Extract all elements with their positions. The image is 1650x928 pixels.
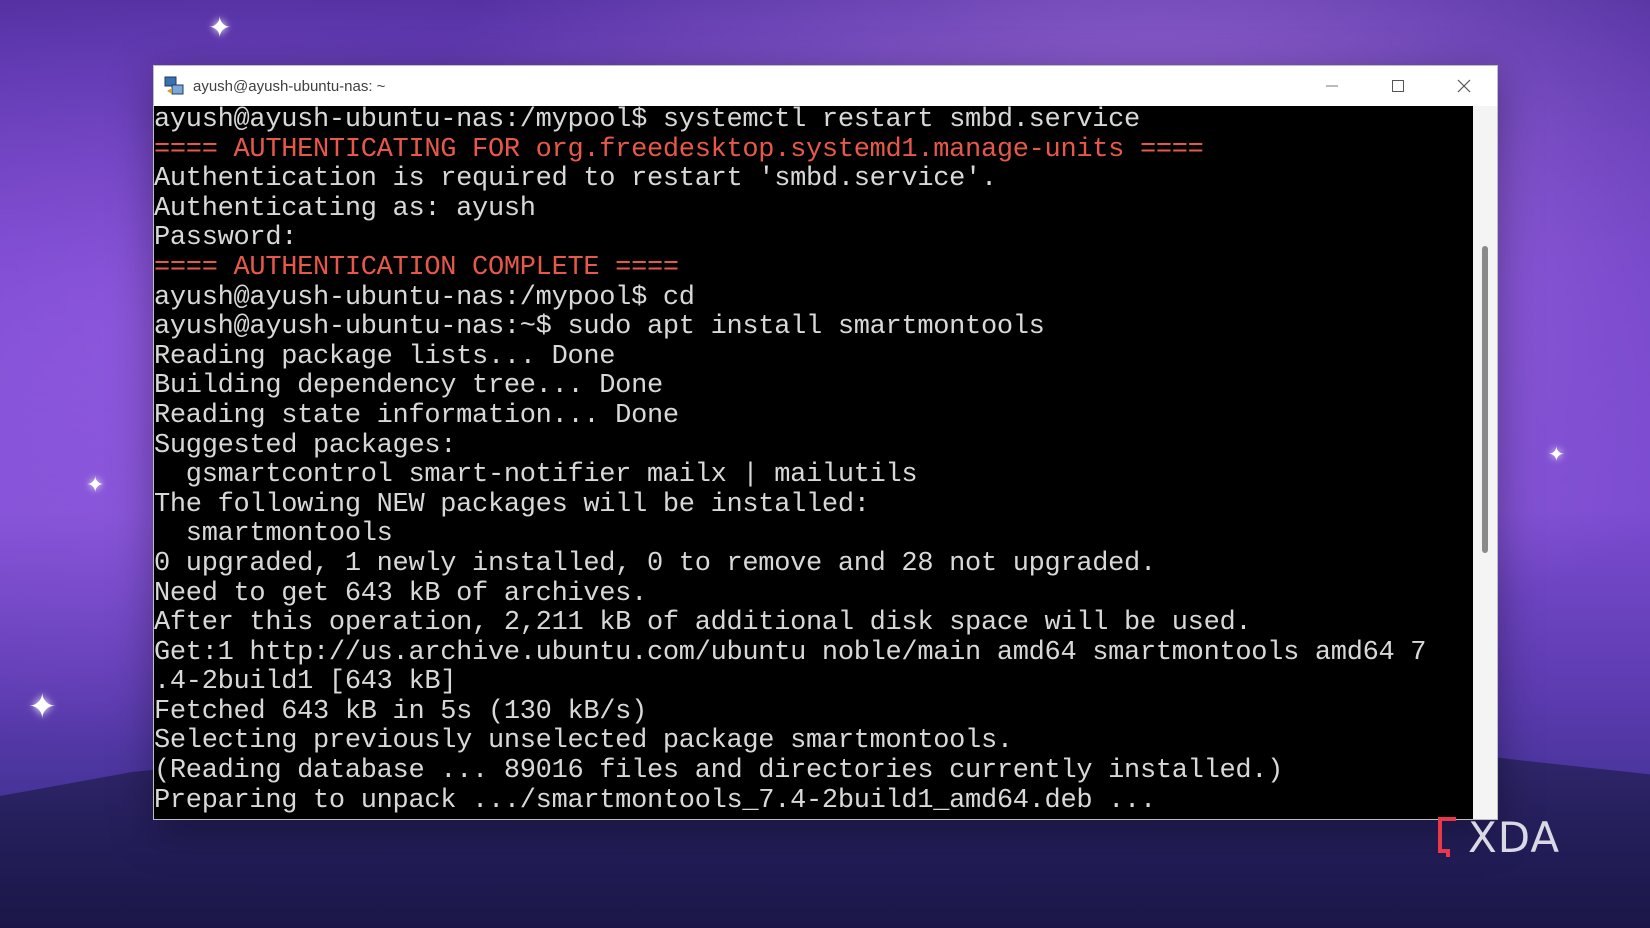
sparkle-icon: ✦	[208, 11, 232, 44]
minimize-button[interactable]	[1299, 66, 1365, 106]
terminal-line: Get:1 http://us.archive.ubuntu.com/ubunt…	[154, 637, 1427, 668]
terminal-window[interactable]: ayush@ayush-ubuntu-nas: ~ ayush@ayush-ub…	[153, 65, 1498, 820]
terminal-line: Building dependency tree... Done	[154, 371, 663, 402]
terminal-output[interactable]: ayush@ayush-ubuntu-nas:/mypool$ systemct…	[154, 106, 1473, 819]
terminal-line: Reading state information... Done	[154, 400, 679, 431]
terminal-line: ayush@ayush-ubuntu-nas:/mypool$ systemct…	[154, 106, 1140, 135]
scrollbar-thumb[interactable]	[1482, 246, 1488, 553]
close-icon	[1457, 79, 1471, 93]
xda-watermark: XDA	[1434, 812, 1561, 862]
terminal-line: Suggested packages:	[154, 430, 457, 461]
terminal-line: Preparing to unpack .../smartmontools_7.…	[154, 785, 1156, 816]
terminal-line: .4-2build1 [643 kB]	[154, 667, 457, 698]
minimize-icon	[1326, 85, 1338, 87]
terminal-app-icon	[164, 76, 184, 95]
terminal-line: (Reading database ... 89016 files and di…	[154, 756, 1284, 787]
terminal-line: smartmontools	[154, 519, 393, 550]
sparkle-icon: ✦	[86, 473, 105, 498]
terminal-line: ==== AUTHENTICATION COMPLETE ====	[154, 252, 679, 283]
watermark-text: XDA	[1468, 812, 1561, 862]
terminal-line: After this operation, 2,211 kB of additi…	[154, 608, 1252, 639]
terminal-line: Need to get 643 kB of archives.	[154, 578, 647, 609]
terminal-line: Authenticating as: ayush	[154, 193, 536, 224]
terminal-line: Fetched 643 kB in 5s (130 kB/s)	[154, 696, 647, 727]
terminal-line: 0 upgraded, 1 newly installed, 0 to remo…	[154, 548, 1156, 579]
xda-logo-icon	[1438, 817, 1456, 857]
terminal-line: Selecting previously unselected package …	[154, 726, 1013, 757]
terminal-line: ==== AUTHENTICATING FOR org.freedesktop.…	[154, 134, 1204, 165]
close-button[interactable]	[1431, 66, 1497, 106]
terminal-line: Authentication is required to restart 's…	[154, 164, 997, 195]
terminal-line: Password:	[154, 223, 298, 254]
terminal-line: ayush@ayush-ubuntu-nas:~$ sudo apt insta…	[154, 312, 1045, 343]
sparkle-icon: ✦	[28, 687, 57, 727]
window-title: ayush@ayush-ubuntu-nas: ~	[193, 77, 386, 95]
title-bar[interactable]: ayush@ayush-ubuntu-nas: ~	[154, 66, 1497, 106]
sparkle-icon: ✦	[1548, 442, 1565, 466]
window-controls	[1299, 66, 1497, 106]
maximize-button[interactable]	[1365, 66, 1431, 106]
terminal-line: Reading package lists... Done	[154, 341, 616, 372]
terminal-line: The following NEW packages will be insta…	[154, 489, 870, 520]
maximize-icon	[1392, 80, 1404, 92]
terminal-line: gsmartcontrol smart-notifier mailx | mai…	[154, 460, 918, 491]
terminal-line: ayush@ayush-ubuntu-nas:/mypool$ cd	[154, 282, 695, 313]
vertical-scrollbar[interactable]	[1473, 106, 1497, 819]
